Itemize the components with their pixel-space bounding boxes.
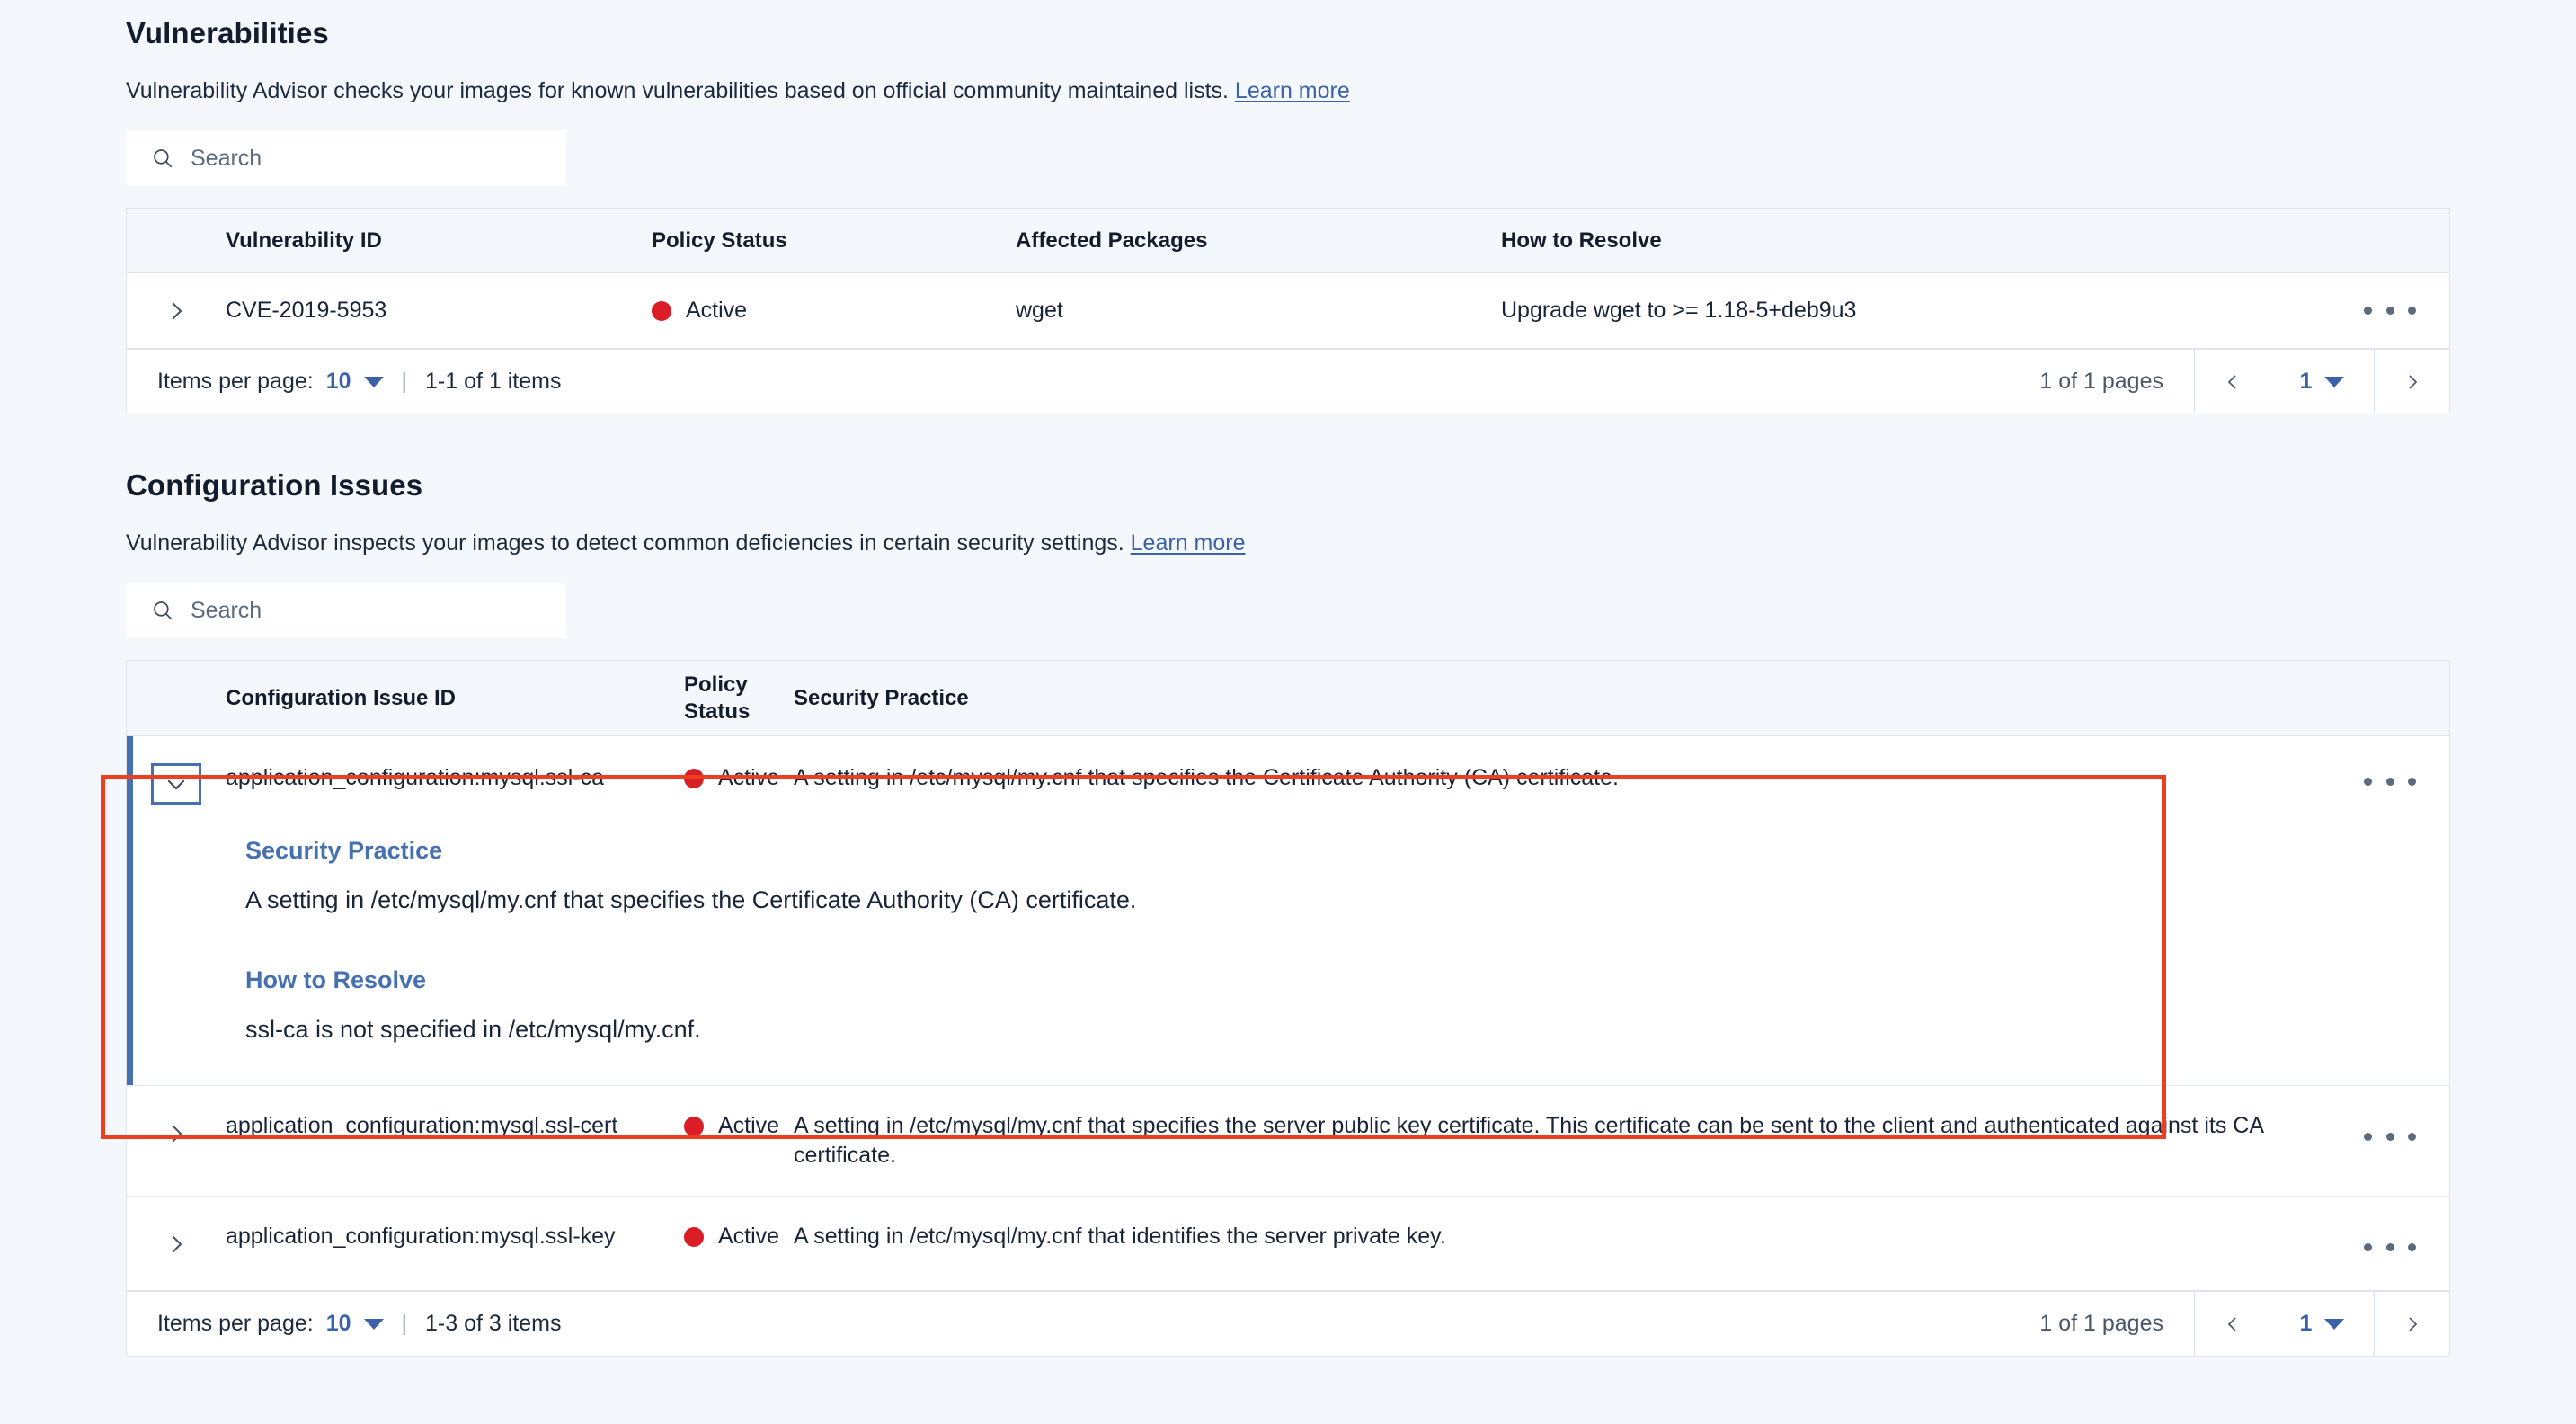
page-number-select[interactable]: 1: [2270, 1292, 2374, 1357]
expand-row-button[interactable]: [127, 1111, 226, 1147]
cell-configuration-issue-id: application_configuration:mysql.ssl-cert: [226, 1113, 618, 1139]
chevron-down-icon[interactable]: [363, 1318, 384, 1330]
cell-security-practice: A setting in /etc/mysql/my.cnf that iden…: [794, 1224, 1446, 1250]
configuration-issues-search-input[interactable]: [191, 583, 532, 638]
cell-affected-packages: wget: [1016, 298, 1063, 323]
column-policy-status: Policy Status: [652, 227, 787, 253]
cell-how-to-resolve: Upgrade wget to >= 1.18-5+deb9u3: [1501, 298, 1857, 323]
search-icon: [154, 601, 173, 620]
page-number-select[interactable]: 1: [2270, 350, 2374, 414]
chevron-left-icon: [2227, 374, 2236, 389]
status-dot-icon: [684, 1226, 704, 1247]
row-detail-panel: Security Practice A setting in /etc/mysq…: [127, 805, 2449, 1085]
status-label: Active: [686, 298, 748, 323]
configuration-issues-search[interactable]: [126, 583, 566, 638]
column-how-to-resolve: How to Resolve: [1501, 227, 1662, 253]
previous-page-button[interactable]: [2194, 1292, 2270, 1357]
items-per-page-label: Items per page:: [157, 1311, 314, 1337]
next-page-button[interactable]: [2374, 350, 2449, 414]
detail-how-to-resolve-heading: How to Resolve: [245, 966, 427, 994]
column-vulnerability-id: Vulnerability ID: [226, 227, 382, 253]
items-per-page-value[interactable]: 10: [326, 1311, 351, 1337]
next-page-button[interactable]: [2374, 1292, 2449, 1357]
detail-security-practice-heading: Security Practice: [245, 837, 443, 864]
vulnerabilities-description-text: Vulnerability Advisor checks your images…: [126, 78, 1229, 103]
overflow-menu-icon[interactable]: [2364, 763, 2416, 799]
expand-row-button[interactable]: [127, 1222, 226, 1258]
chevron-down-icon: [167, 779, 185, 790]
overflow-menu-icon[interactable]: [2364, 1118, 2416, 1154]
configuration-issues-title: Configuration Issues: [126, 468, 423, 502]
configuration-issues-description-text: Vulnerability Advisor inspects your imag…: [126, 530, 1124, 556]
chevron-right-icon: [2408, 374, 2417, 389]
items-per-page-label: Items per page:: [157, 369, 314, 394]
cell-policy-status: Active: [684, 763, 794, 793]
chevron-right-icon: [2408, 1317, 2417, 1331]
previous-page-button[interactable]: [2194, 350, 2270, 414]
vulnerabilities-pagination: Items per page: 10 | 1-1 of 1 items 1 of…: [126, 350, 2450, 414]
cell-configuration-issue-id: application_configuration:mysql.ssl-ca: [226, 765, 605, 790]
cell-security-practice: A setting in /etc/mysql/my.cnf that spec…: [794, 765, 1619, 790]
pager-separator: |: [401, 1311, 408, 1337]
column-policy-status-line1: Policy: [684, 672, 748, 698]
vulnerabilities-search-input[interactable]: [191, 130, 532, 186]
pages-count-text: 1 of 1 pages: [2039, 369, 2163, 394]
detail-security-practice-text: A setting in /etc/mysql/my.cnf that spec…: [245, 886, 1137, 913]
table-row[interactable]: application_configuration:mysql.ssl-cert…: [127, 1086, 2449, 1197]
chevron-down-icon: [2324, 1318, 2345, 1330]
vulnerabilities-table: Vulnerability ID Policy Status Affected …: [126, 208, 2450, 350]
items-range-text: 1-1 of 1 items: [425, 369, 562, 394]
cell-policy-status: Active: [652, 296, 1016, 325]
vulnerabilities-learn-more-link[interactable]: Learn more: [1235, 78, 1350, 103]
detail-how-to-resolve-text: ssl-ca is not specified in /etc/mysql/my…: [245, 1016, 701, 1044]
table-row-expanded: application_configuration:mysql.ssl-ca A…: [127, 736, 2449, 1087]
cell-policy-status: Active: [684, 1222, 794, 1251]
search-icon: [154, 149, 173, 168]
vulnerabilities-search[interactable]: [126, 130, 566, 186]
status-dot-icon: [684, 1116, 704, 1136]
column-security-practice: Security Practice: [794, 685, 969, 710]
page-number-value: 1: [2299, 369, 2313, 394]
column-policy-status-line2: Status: [684, 699, 751, 724]
chevron-right-icon: [172, 1235, 182, 1253]
configuration-issues-description: Vulnerability Advisor inspects your imag…: [126, 528, 2450, 559]
vulnerabilities-table-header: Vulnerability ID Policy Status Affected …: [127, 209, 2449, 273]
pager-separator: |: [401, 369, 408, 394]
cell-configuration-issue-id: application_configuration:mysql.ssl-key: [226, 1224, 616, 1250]
overflow-menu-icon[interactable]: [2364, 1229, 2416, 1265]
cell-security-practice: A setting in /etc/mysql/my.cnf that spec…: [794, 1113, 2263, 1169]
overflow-menu-icon[interactable]: [2364, 293, 2416, 329]
table-row[interactable]: application_configuration:mysql.ssl-key …: [127, 1197, 2449, 1292]
collapse-row-button[interactable]: [151, 763, 201, 805]
vulnerabilities-description: Vulnerability Advisor checks your images…: [126, 76, 2450, 107]
status-dot-icon: [652, 300, 671, 321]
chevron-right-icon: [172, 301, 182, 320]
configuration-issues-pagination: Items per page: 10 | 1-3 of 3 items 1 of…: [126, 1292, 2450, 1357]
pages-count-text: 1 of 1 pages: [2039, 1311, 2163, 1337]
chevron-right-icon: [172, 1125, 182, 1143]
column-configuration-issue-id: Configuration Issue ID: [226, 685, 457, 710]
cell-vulnerability-id: CVE-2019-5953: [226, 298, 387, 323]
status-label: Active: [718, 765, 780, 790]
items-range-text: 1-3 of 3 items: [425, 1311, 562, 1337]
configuration-issues-table: Configuration Issue ID Policy Status Sec…: [126, 660, 2450, 1293]
items-per-page-value[interactable]: 10: [326, 369, 351, 395]
table-row[interactable]: CVE-2019-5953 Active wget Upgrade wget t…: [127, 273, 2449, 349]
chevron-down-icon[interactable]: [363, 376, 384, 387]
expand-row-button[interactable]: [127, 298, 226, 325]
status-dot-icon: [684, 768, 704, 788]
status-label: Active: [718, 1224, 780, 1250]
status-label: Active: [718, 1113, 780, 1139]
column-policy-status: Policy Status: [684, 672, 794, 725]
page-number-value: 1: [2299, 1311, 2313, 1337]
page-root: Vulnerabilities Vulnerability Advisor ch…: [0, 0, 2576, 1357]
vulnerabilities-title: Vulnerabilities: [126, 16, 329, 49]
configuration-issues-table-header: Configuration Issue ID Policy Status Sec…: [127, 661, 2449, 736]
chevron-down-icon: [2324, 376, 2345, 387]
configuration-issues-learn-more-link[interactable]: Learn more: [1131, 530, 1246, 556]
chevron-left-icon: [2227, 1317, 2236, 1331]
column-affected-packages: Affected Packages: [1016, 227, 1208, 253]
cell-policy-status: Active: [684, 1111, 794, 1141]
